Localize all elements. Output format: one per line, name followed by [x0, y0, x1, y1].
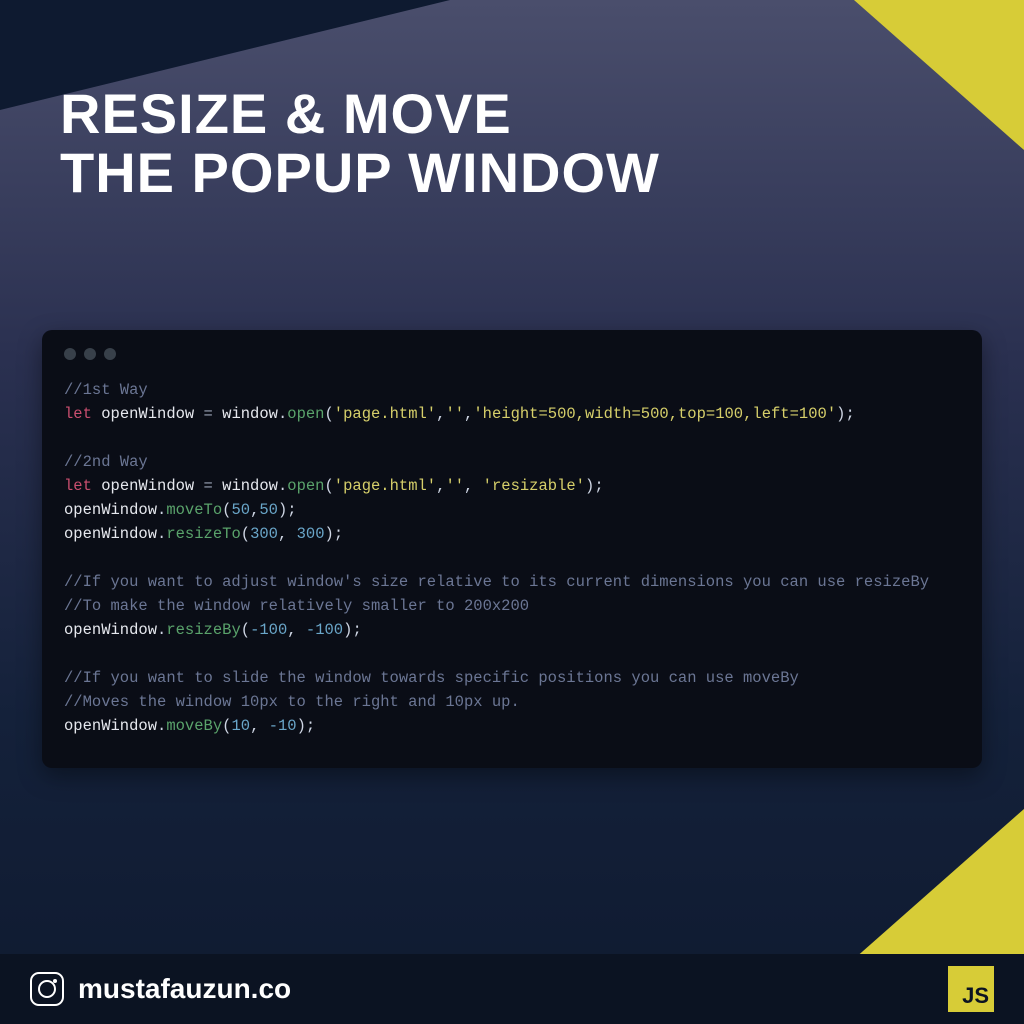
code-block: //1st Way let openWindow = window.open('… — [64, 378, 960, 738]
title-line-1: RESIZE & MOVE — [60, 85, 660, 144]
window-dots — [64, 348, 960, 360]
social-handle: mustafauzun.co — [78, 973, 291, 1005]
js-badge-icon: JS — [948, 966, 994, 1012]
footer-left: mustafauzun.co — [30, 972, 291, 1006]
decor-yellow-top-right — [854, 0, 1024, 150]
title-line-2: THE POPUP WINDOW — [60, 144, 660, 203]
page-title: RESIZE & MOVE THE POPUP WINDOW — [60, 85, 660, 203]
instagram-icon — [30, 972, 64, 1006]
code-window: //1st Way let openWindow = window.open('… — [42, 330, 982, 768]
dot-icon — [64, 348, 76, 360]
dot-icon — [84, 348, 96, 360]
dot-icon — [104, 348, 116, 360]
footer-bar: mustafauzun.co JS — [0, 954, 1024, 1024]
decor-yellow-bottom-right — [854, 809, 1024, 959]
